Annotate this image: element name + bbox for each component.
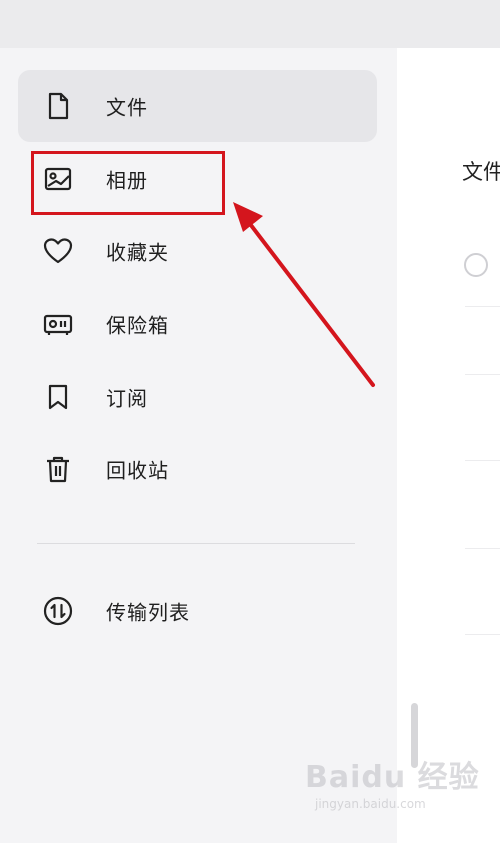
sidebar-item-label: 相册 (106, 168, 148, 193)
page-title: 文件 (462, 160, 500, 184)
sidebar-divider (37, 543, 355, 544)
heart-icon (40, 233, 76, 269)
sidebar-item-label: 保险箱 (106, 313, 169, 338)
list-divider (465, 306, 500, 307)
sidebar-item-label: 回收站 (106, 458, 169, 483)
sidebar-item-label: 收藏夹 (106, 240, 169, 265)
sidebar-item-files[interactable]: 文件 (18, 70, 377, 142)
watermark-url: jingyan.baidu.com (315, 797, 426, 811)
sidebar-item-subscriptions[interactable]: 订阅 (18, 361, 377, 433)
trash-icon (40, 451, 76, 487)
list-divider (465, 634, 500, 635)
list-divider (465, 460, 500, 461)
sidebar-item-safe[interactable]: 保险箱 (18, 288, 377, 360)
sidebar-item-recycle-bin[interactable]: 回收站 (18, 433, 377, 505)
watermark-logo: Baidu 经验 (305, 760, 480, 795)
transfer-icon (40, 593, 76, 629)
list-divider (465, 374, 500, 375)
photo-album-icon (40, 161, 76, 197)
safe-box-icon (40, 306, 76, 342)
window-top-bar (0, 0, 500, 48)
sidebar-item-photos[interactable]: 相册 (18, 143, 377, 215)
main-panel: 文件 (397, 48, 500, 843)
sidebar-item-label: 文件 (106, 95, 148, 120)
file-icon (40, 88, 76, 124)
bookmark-icon (40, 379, 76, 415)
sidebar-item-transfer-list[interactable]: 传输列表 (18, 575, 377, 647)
sidebar-item-favorites[interactable]: 收藏夹 (18, 215, 377, 287)
select-all-radio[interactable] (464, 253, 488, 277)
sidebar-item-label: 传输列表 (106, 600, 190, 625)
sidebar-item-label: 订阅 (106, 386, 148, 411)
list-divider (465, 548, 500, 549)
